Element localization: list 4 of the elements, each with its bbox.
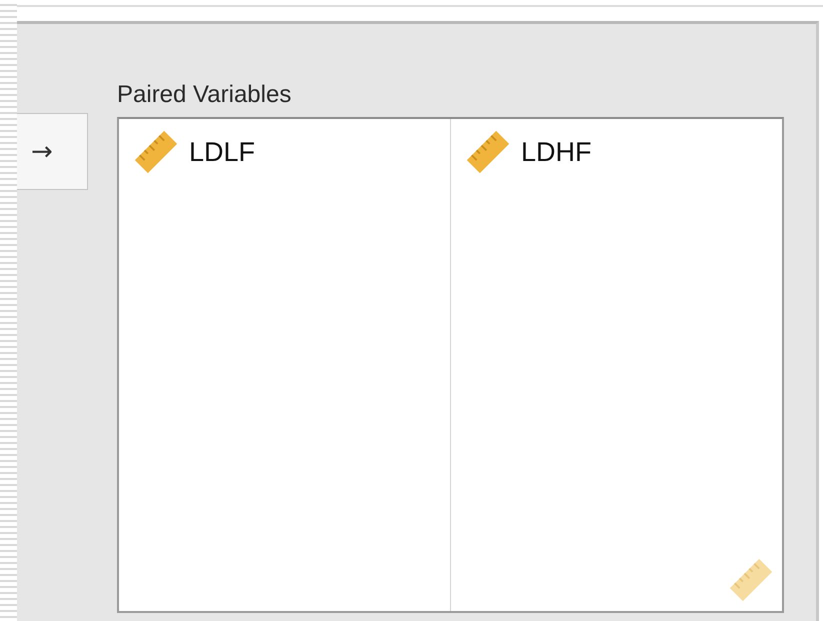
variable-item[interactable]: LDHF (451, 129, 592, 175)
variable-item[interactable]: LDLF (119, 129, 256, 175)
section-label: Paired Variables (117, 81, 292, 109)
move-button[interactable]: → (17, 113, 88, 190)
